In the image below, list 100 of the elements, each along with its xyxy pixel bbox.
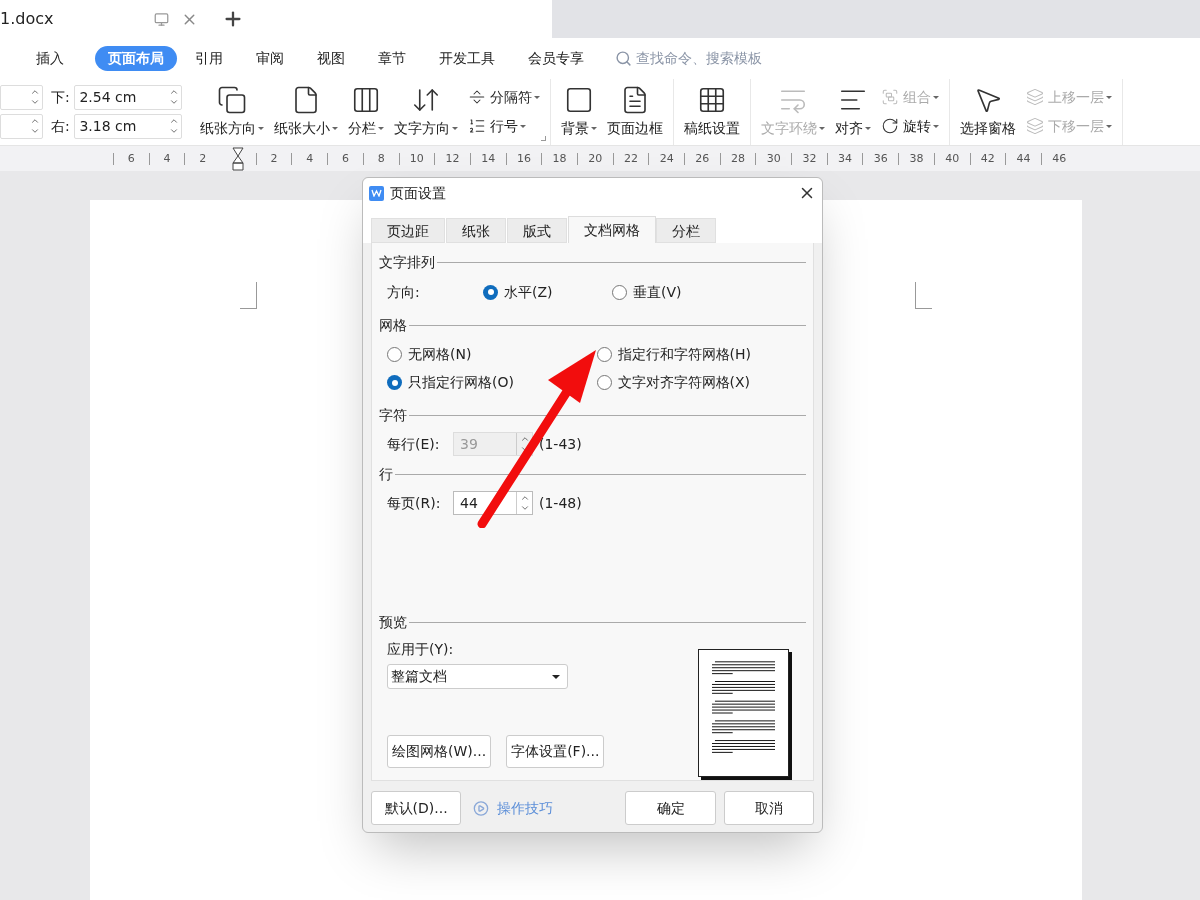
- radio-button[interactable]: [387, 375, 402, 390]
- ribbon-button[interactable]: 纸张大小: [270, 78, 342, 146]
- ruler-number: 30: [755, 152, 792, 165]
- ruler-number: 8: [362, 152, 399, 165]
- ruler-number: 6: [327, 152, 363, 165]
- ruler-number: 12: [434, 152, 470, 165]
- radio-option[interactable]: 只指定行网格(O): [387, 372, 514, 393]
- caret-icon: [933, 124, 939, 128]
- dialog-tab[interactable]: 分栏: [656, 218, 716, 243]
- section-label: 行: [379, 465, 393, 484]
- menu-tab[interactable]: 引用: [195, 47, 223, 69]
- radio-option[interactable]: 垂直(V): [612, 281, 682, 303]
- play-icon[interactable]: [473, 799, 490, 817]
- ruler-number: 4: [291, 152, 328, 165]
- ribbon-button[interactable]: 文字方向: [390, 78, 462, 146]
- dialog-tab[interactable]: 文档网格: [568, 216, 656, 243]
- margin-field[interactable]: 3.18 cm: [74, 113, 182, 139]
- pages-icon: [217, 84, 247, 115]
- ruler-number: 16: [505, 152, 542, 165]
- ruler-number: 46: [1040, 152, 1077, 165]
- ribbon-button[interactable]: 行号: [468, 115, 540, 137]
- margin-field[interactable]: [0, 113, 44, 139]
- apply-to-dropdown[interactable]: 整篇文档: [387, 664, 568, 689]
- ruler-number: 40: [933, 152, 970, 165]
- launcher-icon[interactable]: [541, 136, 546, 142]
- margin-label: 下:: [51, 87, 71, 107]
- dialog-tab[interactable]: 版式: [507, 218, 567, 243]
- ruler-number: 4: [148, 152, 185, 165]
- group-icon: [881, 88, 899, 107]
- caret-icon: [1106, 124, 1112, 128]
- cancel-button[interactable]: 取消: [723, 791, 814, 825]
- caret-icon: [819, 126, 825, 130]
- ruler-number: 2: [255, 152, 292, 165]
- caret-icon: [865, 126, 871, 130]
- caret-icon: [591, 126, 597, 130]
- ruler-number: 2: [184, 152, 221, 165]
- monitor-icon[interactable]: [154, 11, 169, 27]
- layers-icon: [1026, 117, 1044, 136]
- menu-tab[interactable]: 章节: [378, 47, 406, 69]
- caret-icon: [258, 126, 264, 130]
- document-tab[interactable]: 1.docx: [0, 0, 212, 38]
- caret-icon: [534, 95, 540, 99]
- search-icon: [615, 49, 632, 67]
- dialog-tab[interactable]: 纸张: [446, 218, 506, 243]
- dialog-button[interactable]: 绘图网格(W)...: [387, 735, 492, 768]
- field-label: 每页(R):: [387, 493, 442, 513]
- margin-field[interactable]: 2.54 cm: [74, 84, 182, 110]
- layers-icon: [1026, 88, 1044, 107]
- ruler-number: 10: [398, 152, 435, 165]
- ribbon-button[interactable]: 旋转: [881, 115, 939, 137]
- radio-option[interactable]: 水平(Z): [483, 281, 553, 303]
- ok-button[interactable]: 确定: [625, 791, 716, 825]
- menu-tab[interactable]: 会员专享: [528, 47, 584, 69]
- menu-tab[interactable]: 插入: [36, 47, 64, 69]
- dialog-tab[interactable]: 页边距: [371, 218, 445, 243]
- ruler-number: 14: [469, 152, 506, 165]
- menu-tab[interactable]: 开发工具: [439, 47, 495, 69]
- radio-button[interactable]: [596, 347, 612, 362]
- ribbon-button[interactable]: 纸张方向: [196, 78, 268, 146]
- ribbon-button[interactable]: 选择窗格: [956, 78, 1020, 146]
- radio-option[interactable]: 指定行和字符网格(H): [596, 344, 751, 365]
- ruler-number: 28: [719, 152, 756, 165]
- caret-icon: [552, 674, 560, 679]
- dialog-button[interactable]: 字体设置(F)...: [506, 735, 605, 768]
- radio-option[interactable]: 文字对齐字符网格(X): [596, 372, 750, 393]
- ribbon-button[interactable]: 稿纸设置: [680, 78, 744, 146]
- ruler-number: 18: [541, 152, 577, 165]
- ribbon-button[interactable]: 分栏: [344, 78, 388, 146]
- margin-label: 右:: [51, 116, 71, 136]
- caret-icon: [332, 126, 338, 130]
- section-label: 预览: [379, 613, 407, 632]
- default-button[interactable]: 默认(D)...: [371, 791, 462, 825]
- caret-icon: [933, 95, 939, 99]
- ruler-number: 34: [826, 152, 863, 165]
- radio-button[interactable]: [387, 347, 402, 362]
- margin-field[interactable]: [0, 84, 44, 110]
- section-label: 字符: [379, 406, 407, 425]
- menu-tab[interactable]: 视图: [317, 47, 345, 69]
- ruler-number: 26: [684, 152, 720, 165]
- field-label: 应用于(Y):: [387, 640, 455, 659]
- ribbon-button[interactable]: 分隔符: [468, 86, 540, 108]
- ruler-number: 22: [612, 152, 649, 165]
- ribbon-button[interactable]: 对齐: [831, 78, 875, 146]
- ruler-number: 36: [862, 152, 899, 165]
- radio-button[interactable]: [596, 375, 612, 390]
- section-label: 网格: [379, 316, 407, 335]
- ribbon-button[interactable]: 背景: [557, 78, 601, 146]
- radio-button[interactable]: [612, 284, 627, 300]
- ruler-number: 44: [1005, 152, 1041, 165]
- app-logo-icon: [369, 185, 384, 201]
- menu-tab[interactable]: 审阅: [256, 47, 284, 69]
- rotate-icon: [881, 117, 899, 136]
- ruler-number: 20: [576, 152, 613, 165]
- range-text: (1-43): [539, 434, 582, 454]
- ruler-number: 38: [898, 152, 934, 165]
- caret-icon: [1106, 95, 1112, 99]
- radio-button[interactable]: [483, 284, 498, 300]
- radio-option[interactable]: 无网格(N): [387, 344, 472, 365]
- field-label: 每行(E):: [387, 434, 441, 454]
- ribbon-button[interactable]: 页面边框: [603, 78, 667, 146]
